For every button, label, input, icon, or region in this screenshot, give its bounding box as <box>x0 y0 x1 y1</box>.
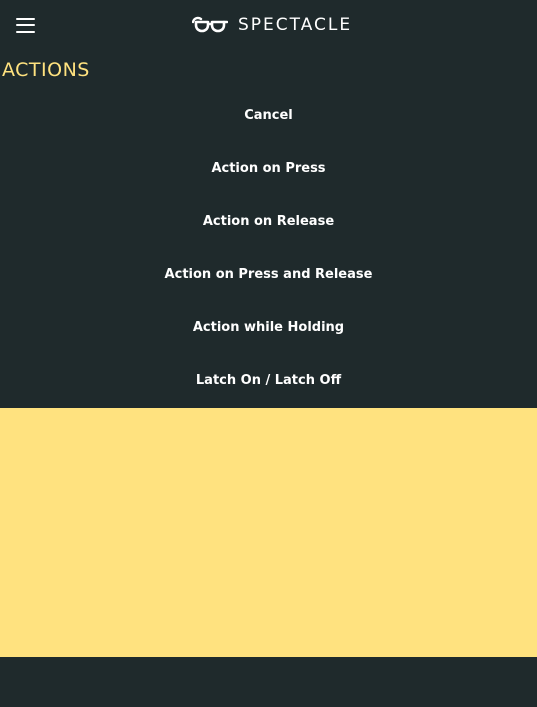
yellow-content-panel <box>0 408 537 657</box>
action-latch-on-off[interactable]: Latch On / Latch Off <box>0 354 537 407</box>
action-on-press-and-release[interactable]: Action on Press and Release <box>0 248 537 301</box>
action-on-press[interactable]: Action on Press <box>0 142 537 195</box>
footer-band <box>0 657 537 707</box>
brand-logo[interactable]: SPECTACLE <box>192 14 352 36</box>
glasses-icon <box>192 16 228 33</box>
action-cancel[interactable]: Cancel <box>0 89 537 142</box>
brand-name: SPECTACLE <box>238 15 353 35</box>
hamburger-menu-icon[interactable] <box>16 17 35 34</box>
actions-list: Cancel Action on Press Action on Release… <box>0 89 537 407</box>
action-while-holding[interactable]: Action while Holding <box>0 301 537 354</box>
app-header: SPECTACLE <box>0 0 537 52</box>
section-title: ACTIONS <box>2 59 90 81</box>
action-on-release[interactable]: Action on Release <box>0 195 537 248</box>
